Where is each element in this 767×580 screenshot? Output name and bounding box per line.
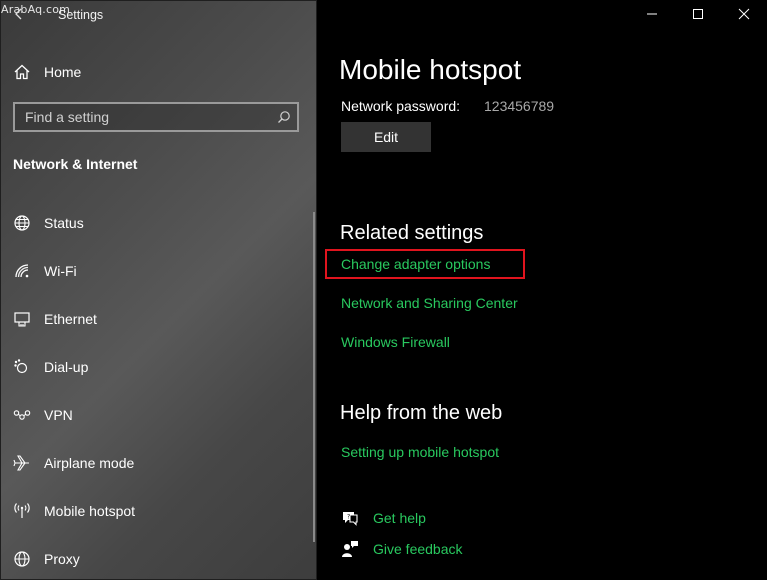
network-password-value: 123456789 [484,98,555,114]
related-settings-title: Related settings [340,222,484,244]
vpn-icon [12,405,32,425]
hotspot-icon [12,501,32,521]
sidebar-item-status[interactable]: Status [0,199,310,247]
change-adapter-options-link[interactable]: Change adapter options [341,256,490,272]
wifi-icon [12,261,32,281]
search-input[interactable] [15,104,271,130]
sidebar: ArabAq.com Settings Home Network & Inter… [0,0,317,580]
home-icon [12,62,32,82]
minimize-button[interactable] [629,0,675,28]
home-label: Home [44,64,82,80]
maximize-button[interactable] [675,0,721,28]
airplane-icon [12,453,32,473]
network-password-label: Network password: [341,98,461,114]
sidebar-nav: Status Wi-Fi Ethernet Dial-up VPN Airpla… [0,199,310,580]
section-title: Network & Internet [13,156,138,172]
get-help-icon: ? [341,509,359,527]
sidebar-item-label: Proxy [44,551,80,567]
close-button[interactable] [721,0,767,28]
sidebar-item-airplane-mode[interactable]: Airplane mode [0,439,310,487]
back-arrow-icon [15,8,22,20]
globe-icon [12,549,32,569]
svg-text:?: ? [347,514,350,521]
sidebar-item-label: Mobile hotspot [44,503,136,519]
get-help-row[interactable]: ? Get help [341,509,426,527]
sidebar-item-label: Status [44,215,84,231]
get-help-link[interactable]: Get help [373,510,426,526]
sidebar-item-mobile-hotspot[interactable]: Mobile hotspot [0,487,310,535]
globe-icon [12,213,32,233]
close-icon [738,8,750,20]
give-feedback-icon [341,540,359,558]
sidebar-item-wifi[interactable]: Wi-Fi [0,247,310,295]
sidebar-item-label: VPN [44,407,73,423]
sidebar-item-label: Airplane mode [44,455,135,471]
help-from-web-title: Help from the web [340,402,503,424]
sidebar-item-label: Ethernet [44,311,97,327]
windows-firewall-link[interactable]: Windows Firewall [341,334,450,350]
sidebar-item-label: Wi-Fi [44,263,77,279]
sidebar-scrollbar[interactable] [313,212,315,542]
edit-button[interactable]: Edit [341,122,431,152]
give-feedback-row[interactable]: Give feedback [341,540,463,558]
setting-up-hotspot-link[interactable]: Setting up mobile hotspot [341,444,499,460]
give-feedback-link[interactable]: Give feedback [373,541,463,557]
sidebar-item-ethernet[interactable]: Ethernet [0,295,310,343]
page-title: Mobile hotspot [339,54,522,85]
app-title: Settings [58,8,104,22]
sidebar-item-dialup[interactable]: Dial-up [0,343,310,391]
sidebar-item-vpn[interactable]: VPN [0,391,310,439]
sidebar-item-label: Dial-up [44,359,89,375]
sidebar-item-proxy[interactable]: Proxy [0,535,310,580]
minimize-icon [647,13,657,15]
window-controls [629,0,767,28]
search-box[interactable] [13,102,299,132]
content-pane: Mobile hotspot Network password: 1234567… [317,0,767,580]
maximize-icon [693,9,703,19]
search-icon[interactable] [271,110,297,124]
dialup-icon [12,357,32,377]
back-button[interactable] [11,5,27,23]
ethernet-icon [12,309,32,329]
network-sharing-center-link[interactable]: Network and Sharing Center [341,295,518,311]
home-nav-item[interactable]: Home [12,60,81,84]
